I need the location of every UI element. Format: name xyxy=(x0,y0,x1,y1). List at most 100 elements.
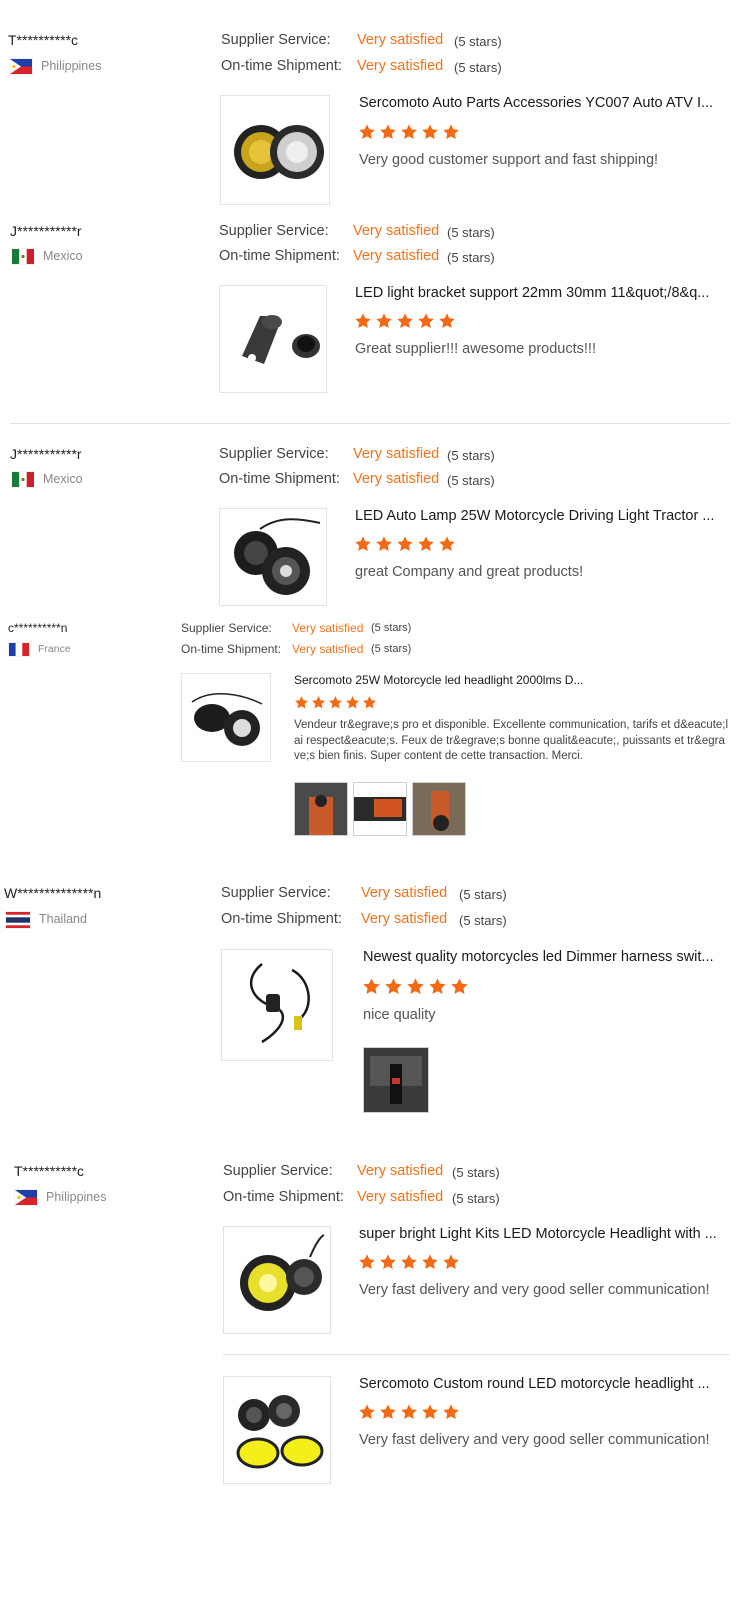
review-comment: Very fast delivery and very good seller … xyxy=(359,1282,710,1298)
supplier-service-label: Supplier Service: xyxy=(181,621,272,635)
philippines-flag-icon xyxy=(10,59,32,74)
review-photo[interactable] xyxy=(294,782,348,836)
shipment-stars: (5 stars) xyxy=(459,913,507,928)
star-icon xyxy=(400,123,418,141)
star-icon xyxy=(362,695,377,710)
shipment-rating: Very satisfied xyxy=(292,642,364,656)
section-divider xyxy=(10,423,730,424)
supplier-rating: Very satisfied xyxy=(353,223,440,239)
product-rating-stars xyxy=(358,1253,460,1271)
star-icon xyxy=(362,977,381,996)
mexico-flag-icon xyxy=(12,249,34,264)
supplier-rating: Very satisfied xyxy=(292,621,364,635)
star-icon xyxy=(421,1403,439,1421)
shipment-stars: (5 stars) xyxy=(371,643,412,655)
thailand-flag-icon xyxy=(6,912,30,928)
mexico-flag-icon xyxy=(12,472,34,487)
star-icon xyxy=(438,312,456,330)
supplier-rating: Very satisfied xyxy=(361,885,448,901)
shipment-label: On-time Shipment: xyxy=(221,58,342,74)
star-icon xyxy=(438,535,456,553)
buyer-name: T**********c xyxy=(14,1163,85,1179)
review-photo[interactable] xyxy=(363,1047,429,1113)
star-icon xyxy=(442,1403,460,1421)
star-icon xyxy=(421,123,439,141)
supplier-stars: (5 stars) xyxy=(447,448,495,463)
buyer-country: France xyxy=(38,643,71,655)
shipment-label: On-time Shipment: xyxy=(219,471,340,487)
shipment-label: On-time Shipment: xyxy=(181,642,282,656)
shipment-label: On-time Shipment: xyxy=(223,1189,344,1205)
product-thumbnail[interactable] xyxy=(223,1226,331,1334)
product-thumbnail[interactable] xyxy=(221,949,333,1061)
buyer-name: T**********c xyxy=(8,32,79,48)
product-rating-stars xyxy=(294,695,377,710)
star-icon xyxy=(450,977,469,996)
product-title[interactable]: LED Auto Lamp 25W Motorcycle Driving Lig… xyxy=(355,508,717,524)
shipment-rating: Very satisfied xyxy=(353,471,440,487)
buyer-country: Mexico xyxy=(43,472,83,486)
buyer-country: Thailand xyxy=(39,912,87,926)
review-comment: Very good customer support and fast ship… xyxy=(359,152,659,168)
product-title[interactable]: Newest quality motorcycles led Dimmer ha… xyxy=(363,949,728,965)
supplier-stars: (5 stars) xyxy=(371,622,412,634)
product-title[interactable]: super bright Light Kits LED Motorcycle H… xyxy=(359,1226,721,1242)
product-rating-stars xyxy=(354,312,456,330)
supplier-stars: (5 stars) xyxy=(454,34,502,49)
shipment-stars: (5 stars) xyxy=(454,60,502,75)
product-divider xyxy=(223,1354,730,1355)
star-icon xyxy=(379,1403,397,1421)
review-comment: Great supplier!!! awesome products!!! xyxy=(355,341,596,357)
buyer-name: J***********r xyxy=(10,223,82,239)
product-thumbnail[interactable] xyxy=(220,95,330,205)
product-title[interactable]: Sercomoto 25W Motorcycle led headlight 2… xyxy=(294,673,594,687)
star-icon xyxy=(354,312,372,330)
supplier-service-label: Supplier Service: xyxy=(219,446,329,462)
shipment-rating: Very satisfied xyxy=(361,911,448,927)
star-icon xyxy=(442,123,460,141)
star-icon xyxy=(400,1403,418,1421)
star-icon xyxy=(379,123,397,141)
shipment-rating: Very satisfied xyxy=(357,58,444,74)
star-icon xyxy=(375,535,393,553)
product-thumbnail[interactable] xyxy=(219,285,327,393)
star-icon xyxy=(345,695,360,710)
supplier-stars: (5 stars) xyxy=(452,1165,500,1180)
star-icon xyxy=(328,695,343,710)
france-flag-icon xyxy=(9,643,29,656)
product-rating-stars xyxy=(358,1403,460,1421)
product-title[interactable]: LED light bracket support 22mm 30mm 11&q… xyxy=(355,285,717,301)
star-icon xyxy=(421,1253,439,1271)
review-photo[interactable] xyxy=(353,782,407,836)
shipment-stars: (5 stars) xyxy=(447,250,495,265)
product-rating-stars xyxy=(362,977,469,996)
star-icon xyxy=(311,695,326,710)
star-icon xyxy=(358,123,376,141)
product-thumbnail[interactable] xyxy=(219,508,327,606)
buyer-country: Philippines xyxy=(46,1190,107,1204)
star-icon xyxy=(384,977,403,996)
buyer-name: J***********r xyxy=(10,446,82,462)
product-thumbnail[interactable] xyxy=(223,1376,331,1484)
supplier-stars: (5 stars) xyxy=(447,225,495,240)
star-icon xyxy=(375,312,393,330)
star-icon xyxy=(417,535,435,553)
product-rating-stars xyxy=(354,535,456,553)
supplier-rating: Very satisfied xyxy=(357,1163,444,1179)
review-comment: great Company and great products! xyxy=(355,564,584,580)
product-title[interactable]: Sercomoto Custom round LED motorcycle he… xyxy=(359,1376,721,1392)
shipment-stars: (5 stars) xyxy=(452,1191,500,1206)
product-thumbnail[interactable] xyxy=(181,673,271,762)
star-icon xyxy=(406,977,425,996)
star-icon xyxy=(400,1253,418,1271)
star-icon xyxy=(358,1253,376,1271)
star-icon xyxy=(354,535,372,553)
product-title[interactable]: Sercomoto Auto Parts Accessories YC007 A… xyxy=(359,95,721,111)
shipment-label: On-time Shipment: xyxy=(221,911,342,927)
buyer-name: W**************n xyxy=(4,885,102,901)
review-photo[interactable] xyxy=(412,782,466,836)
buyer-name: c**********n xyxy=(8,621,68,635)
star-icon xyxy=(294,695,309,710)
supplier-service-label: Supplier Service: xyxy=(223,1163,333,1179)
product-rating-stars xyxy=(358,123,460,141)
